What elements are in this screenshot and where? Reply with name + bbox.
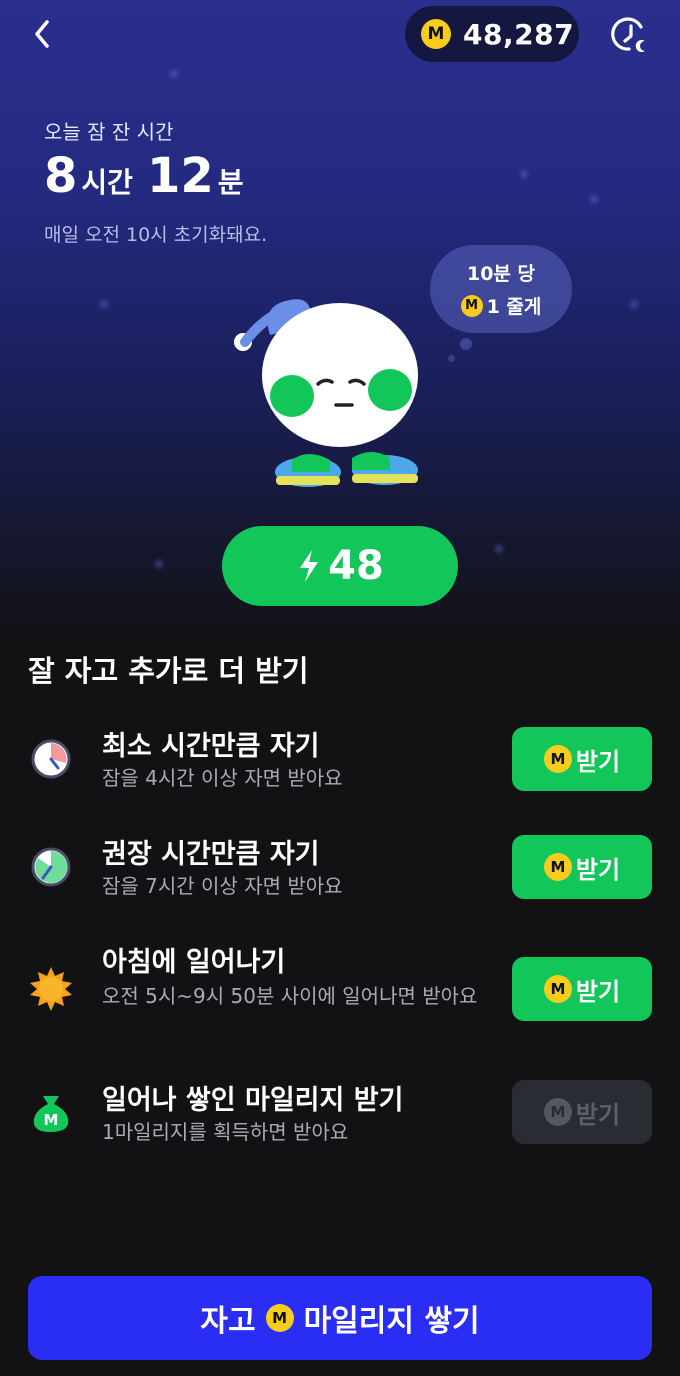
mileage-coin-icon: M [421, 19, 451, 49]
mission-desc: 잠을 7시간 이상 자면 받아요 [102, 874, 343, 898]
sleep-duration: 8 시간 12 분 [44, 148, 254, 204]
claim-button-disabled[interactable]: M 받기 [512, 1080, 652, 1144]
claim-button[interactable]: M 받기 [512, 835, 652, 899]
mileage-coin-icon: M [543, 975, 572, 1003]
mileage-coin-icon: M [265, 1304, 294, 1332]
mission-desc: 1마일리지를 획득하면 받아요 [102, 1120, 349, 1144]
reward-rate-bubble: 10분 당 M 1 줄게 [430, 245, 572, 333]
lightning-icon [300, 550, 319, 582]
clock-icon [28, 736, 74, 782]
sleep-minutes: 12 [146, 148, 214, 204]
claim-button[interactable]: M 받기 [512, 727, 652, 791]
mission-title: 최소 시간만큼 자기 [102, 731, 320, 762]
points-value: 48,287 [463, 17, 575, 51]
mileage-coin-icon: M [543, 745, 572, 773]
sleep-minutes-unit: 분 [217, 166, 244, 199]
sleep-history-button[interactable] [608, 12, 654, 58]
bubble-reward-text: 1 줄게 [486, 296, 542, 318]
mission-title: 권장 시간만큼 자기 [102, 839, 320, 870]
bubble-tail [460, 338, 472, 350]
energy-counter-button[interactable]: 48 [222, 526, 458, 606]
reset-note: 매일 오전 10시 초기화돼요. [44, 224, 268, 246]
sparkle [170, 70, 178, 78]
sparkle [155, 560, 163, 568]
mission-item: 권장 시간만큼 자기 잠을 7시간 이상 자면 받아요 M 받기 [28, 830, 652, 910]
energy-value: 48 [328, 543, 384, 589]
sun-icon [28, 966, 74, 1012]
bonus-section-title: 잘 자고 추가로 더 받기 [28, 654, 309, 688]
svg-text:M: M [44, 1111, 59, 1129]
cta-text-right: 마일리지 쌓기 [303, 1304, 480, 1339]
cta-text-left: 자고 [200, 1304, 256, 1339]
mission-title: 일어나 쌓인 마일리지 받기 [102, 1085, 404, 1116]
chevron-left-icon [35, 20, 49, 48]
sleeping-character-illustration [234, 299, 418, 487]
claim-button-label: 받기 [575, 855, 621, 884]
sleep-hours: 8 [44, 148, 78, 204]
claim-button-label: 받기 [575, 1100, 621, 1129]
claim-button[interactable]: M 받기 [512, 957, 652, 1021]
mileage-coin-icon: M [543, 853, 572, 881]
bubble-rate-text: 10분 당 [466, 263, 535, 285]
sparkle [520, 170, 528, 178]
claim-button-label: 받기 [575, 977, 621, 1006]
today-sleep-label: 오늘 잠 잔 시간 [44, 120, 174, 144]
claim-button-label: 받기 [575, 747, 621, 776]
money-bag-icon: M [28, 1090, 74, 1136]
clock-moon-icon [611, 17, 645, 53]
points-balance[interactable]: M 48,287 [405, 6, 579, 62]
sparkle [590, 195, 598, 203]
mileage-coin-icon: M [460, 294, 483, 317]
mission-desc: 잠을 4시간 이상 자면 받아요 [102, 766, 343, 790]
mission-item: 최소 시간만큼 자기 잠을 4시간 이상 자면 받아요 M 받기 [28, 722, 652, 802]
back-button[interactable] [22, 14, 62, 54]
mission-desc: 오전 5시~9시 50분 사이에 일어나면 받아요 [102, 984, 478, 1008]
clock-full-icon [28, 844, 74, 890]
earn-mileage-cta-button[interactable]: 자고 M 마일리지 쌓기 [28, 1276, 652, 1360]
bubble-tail [448, 355, 455, 362]
bubble-reward: M 1 줄게 [460, 292, 542, 319]
sparkle [495, 545, 503, 553]
mission-item: 아침에 일어나기 오전 5시~9시 50분 사이에 일어나면 받아요 M 받기 [28, 938, 652, 1048]
sleep-hours-unit: 시간 [81, 166, 133, 199]
mission-item: M 일어나 쌓인 마일리지 받기 1마일리지를 획득하면 받아요 M 받기 [28, 1076, 652, 1156]
mission-title: 아침에 일어나기 [102, 947, 286, 978]
sparkle [630, 300, 638, 308]
mileage-coin-icon: M [543, 1098, 572, 1126]
sparkle [100, 300, 108, 308]
